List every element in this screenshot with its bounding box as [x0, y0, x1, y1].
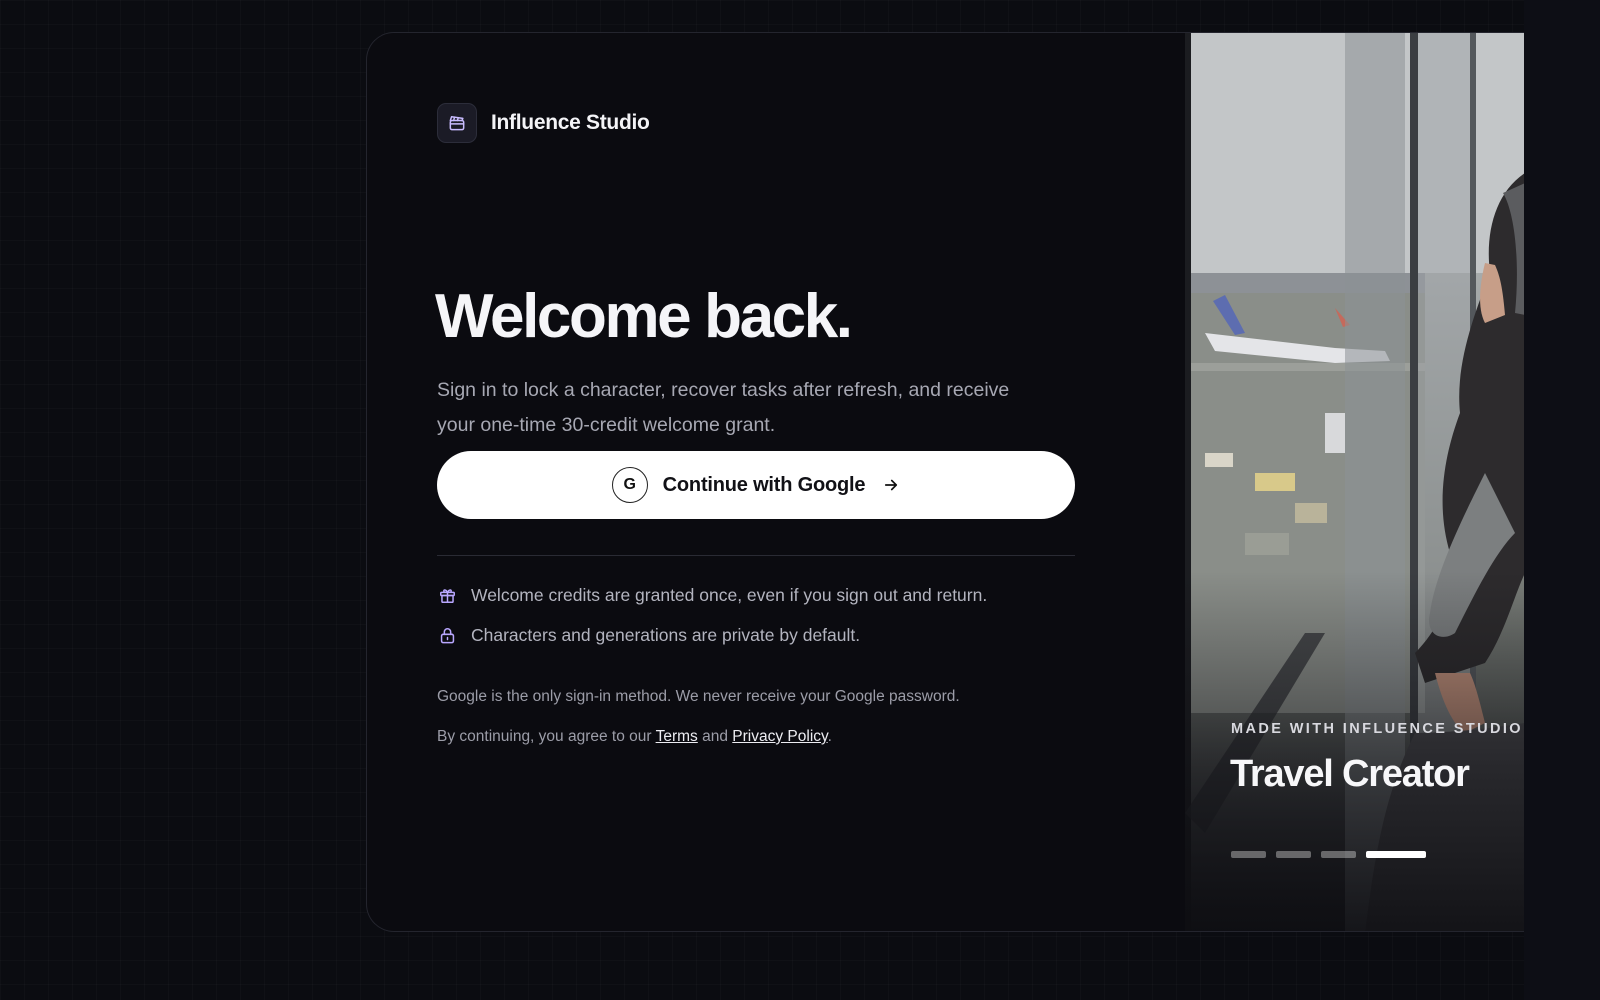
- agreement-and: and: [702, 728, 728, 745]
- feature-text: Characters and generations are private b…: [471, 625, 861, 645]
- feature-private-default: Characters and generations are private b…: [437, 625, 860, 646]
- page-title: Welcome back.: [435, 282, 853, 351]
- agreement-period: .: [827, 728, 832, 745]
- agreement-text: By continuing, you agree to our: [437, 728, 652, 745]
- sign-in-panel: Influence Studio Welcome back. Sign in t…: [435, 33, 1077, 931]
- feature-text: Welcome credits are granted once, even i…: [471, 585, 988, 605]
- showcase-title: Travel Creator: [1230, 753, 1470, 795]
- carousel-dot-1[interactable]: [1231, 851, 1266, 858]
- brand: Influence Studio: [437, 103, 650, 143]
- carousel-dot-4[interactable]: [1366, 851, 1426, 858]
- page-subtitle: Sign in to lock a character, recover tas…: [437, 379, 1010, 436]
- sign-in-method-note: Google is the only sign-in method. We ne…: [437, 688, 960, 705]
- clapperboard-icon: [437, 103, 477, 143]
- page-edge-strip: [1524, 0, 1600, 1000]
- carousel-dot-3[interactable]: [1321, 851, 1356, 858]
- lock-icon: [437, 626, 457, 646]
- terms-link[interactable]: Terms: [656, 728, 698, 745]
- google-icon: G: [611, 467, 648, 503]
- carousel-indicators: [1231, 851, 1426, 858]
- arrow-right-icon: [882, 476, 900, 494]
- google-button-label: Continue with Google: [662, 473, 866, 496]
- privacy-policy-link[interactable]: Privacy Policy: [732, 728, 827, 745]
- feature-welcome-credits: Welcome credits are granted once, even i…: [437, 585, 987, 606]
- showcase-image-panel: MADE WITH INFLUENCE STUDIO Travel Creato…: [1185, 33, 1524, 931]
- sign-in-card: Influence Studio Welcome back. Sign in t…: [366, 32, 1524, 932]
- continue-with-google-button[interactable]: G Continue with Google: [437, 451, 1075, 519]
- showcase-kicker: MADE WITH INFLUENCE STUDIO: [1231, 721, 1523, 737]
- brand-name: Influence Studio: [491, 111, 650, 134]
- legal-agreement: By continuing, you agree to our Terms an…: [437, 728, 832, 746]
- gift-icon: [437, 586, 457, 606]
- image-gradient-overlay: [1185, 571, 1524, 931]
- carousel-dot-2[interactable]: [1276, 851, 1311, 858]
- divider: [437, 555, 1075, 556]
